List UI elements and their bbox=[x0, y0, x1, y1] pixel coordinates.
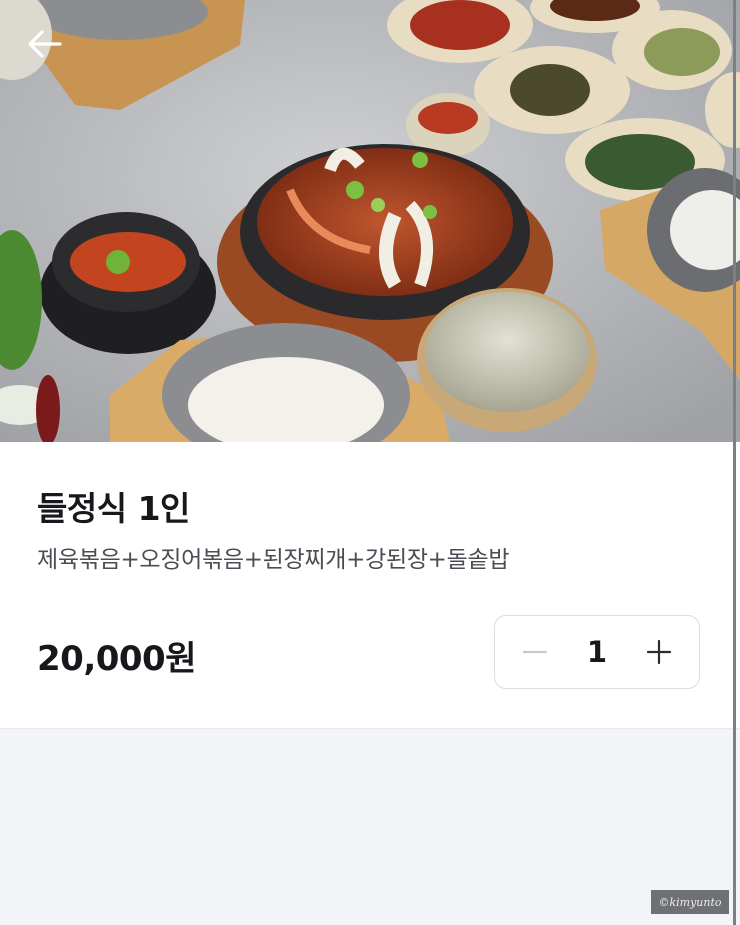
quantity-stepper: 1 bbox=[494, 615, 700, 689]
decrease-quantity-button[interactable] bbox=[517, 634, 553, 670]
product-info-panel: 들정식 1인 제육볶음+오징어볶음+된장찌개+강된장+돌솥밥 20,000원 1 bbox=[0, 442, 740, 729]
scrollbar[interactable] bbox=[733, 0, 736, 925]
plus-icon bbox=[646, 639, 672, 665]
increase-quantity-button[interactable] bbox=[641, 634, 677, 670]
minus-icon bbox=[522, 650, 548, 654]
arrow-left-icon bbox=[28, 30, 62, 58]
quantity-value: 1 bbox=[586, 635, 608, 669]
watermark: ©kimyunto bbox=[651, 890, 729, 914]
food-photo bbox=[0, 0, 740, 442]
product-name: 들정식 1인 bbox=[37, 489, 190, 528]
back-button[interactable] bbox=[22, 24, 66, 64]
product-description: 제육볶음+오징어볶음+된장찌개+강된장+돌솥밥 bbox=[37, 547, 510, 573]
product-price: 20,000원 bbox=[37, 639, 196, 679]
hero-image bbox=[0, 0, 740, 442]
